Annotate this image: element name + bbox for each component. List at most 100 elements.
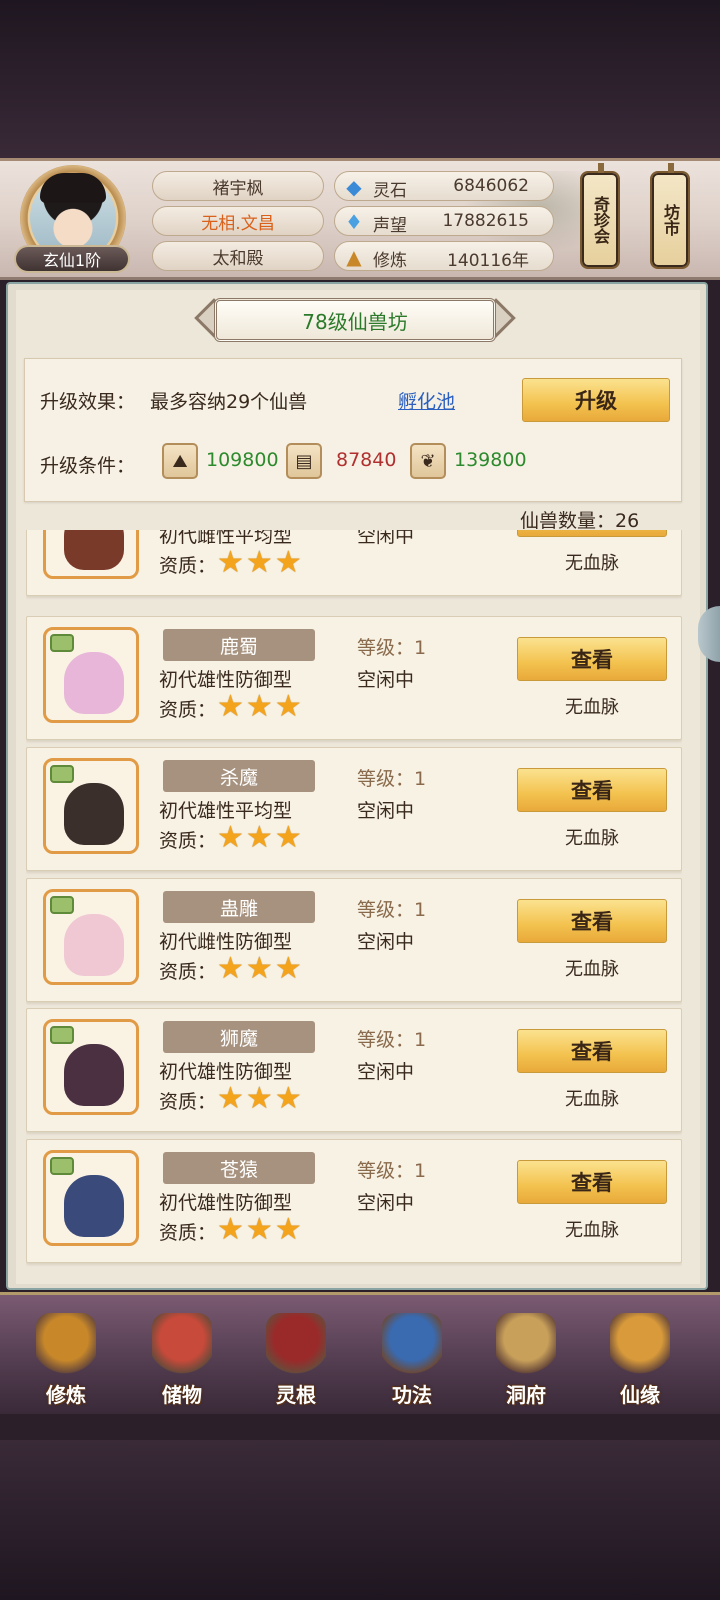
- beast-portrait[interactable]: [43, 889, 139, 985]
- resource-label: 修炼: [373, 251, 407, 271]
- view-button[interactable]: 查看: [517, 768, 667, 812]
- aptitude-stars: ★ ★ ★: [217, 1081, 302, 1116]
- aptitude-label: 资质：: [159, 699, 217, 721]
- beast-status: 空闲中: [357, 1061, 415, 1083]
- aptitude-label: 资质：: [159, 1222, 217, 1244]
- star-icon: ★: [217, 951, 244, 986]
- beast-name: 狮魔: [163, 1021, 315, 1053]
- view-button[interactable]: 查看: [517, 637, 667, 681]
- player-header: 玄仙1阶 褚宇枫 无相.文昌 太和殿 ◆ 灵石 6846062 ♦ 声望 178…: [0, 158, 720, 280]
- beast-name: 蛊雕: [163, 891, 315, 923]
- beast-portrait[interactable]: [43, 758, 139, 854]
- view-button[interactable]: 查看: [517, 899, 667, 943]
- nav-label: 修炼: [46, 1383, 86, 1407]
- aptitude-label: 资质：: [159, 555, 217, 577]
- beast-list[interactable]: 初代雌性平均型资质：★★★空闲中查看无血脉鹿蜀初代雄性防御型资质：★★★等级：1…: [26, 530, 682, 1280]
- lock-icon: [50, 634, 74, 652]
- top-background: [0, 0, 720, 160]
- star-icon: ★: [217, 1081, 244, 1116]
- beast-card[interactable]: 苍猿 初代雄性防御型 资质： ★ ★ ★ 等级：1 空闲中 查看 无血脉: [26, 1139, 682, 1263]
- meditation-icon: [36, 1313, 96, 1377]
- star-icon: ★: [274, 820, 302, 855]
- lock-icon: [50, 896, 74, 914]
- star-icon: ★: [274, 951, 302, 986]
- aptitude-stars: ★ ★ ★: [217, 545, 302, 580]
- beast-image: [64, 652, 124, 714]
- beast-level: 等级：1: [357, 768, 427, 790]
- beast-portrait[interactable]: [43, 1019, 139, 1115]
- beast-image: [64, 1044, 124, 1106]
- book-icon: [382, 1313, 442, 1377]
- nav-item-meditation[interactable]: 修炼: [16, 1305, 116, 1413]
- material-wood-value: 87840: [336, 449, 397, 471]
- nav-item-bag[interactable]: 储物: [132, 1305, 232, 1413]
- nav-item-cave-house[interactable]: 洞府: [476, 1305, 576, 1413]
- view-button[interactable]: 查看: [517, 1160, 667, 1204]
- beast-card[interactable]: 杀魔 初代雄性平均型 资质： ★ ★ ★ 等级：1 空闲中 查看 无血脉: [26, 747, 682, 871]
- nav-label: 储物: [162, 1383, 202, 1407]
- star-icon: ★: [274, 1212, 302, 1247]
- beast-count-label: 仙兽数量：: [520, 510, 616, 532]
- view-button[interactable]: 查看: [517, 1029, 667, 1073]
- herb-icon[interactable]: ❦: [410, 443, 446, 479]
- cultivation-resource: ▲ 修炼 140116年: [334, 241, 554, 271]
- workshop-title: 78级仙兽坊: [214, 298, 496, 342]
- upgrade-effect-label: 升级效果：: [40, 391, 136, 413]
- spirit-root-icon: [266, 1313, 326, 1377]
- star-icon: ★: [217, 1212, 244, 1247]
- beast-card[interactable]: 蛊雕 初代雌性防御型 资质： ★ ★ ★ 等级：1 空闲中 查看 无血脉: [26, 878, 682, 1002]
- bloodline-text: 无血脉: [565, 1089, 619, 1110]
- material-herb-value: 139800: [454, 449, 527, 471]
- bloodline-text: 无血脉: [565, 553, 619, 574]
- beast-count: 仙兽数量：26: [520, 506, 639, 533]
- nav-item-gourd[interactable]: 仙缘: [590, 1305, 690, 1413]
- resource-value: 140116年: [447, 251, 529, 271]
- view-button[interactable]: 查看: [517, 530, 667, 537]
- beast-type: 初代雄性平均型: [159, 800, 293, 822]
- star-icon: ★: [245, 545, 273, 580]
- beast-level: 等级：1: [357, 899, 427, 921]
- beast-status: 空闲中: [357, 530, 415, 547]
- hatch-pool-link[interactable]: 孵化池: [398, 387, 455, 414]
- player-location: 太和殿: [152, 241, 324, 271]
- nav-item-spirit-root[interactable]: 灵根: [246, 1305, 346, 1413]
- lock-icon: [50, 1026, 74, 1044]
- lock-icon: [50, 765, 74, 783]
- wood-icon[interactable]: ▤: [286, 443, 322, 479]
- nav-label: 功法: [392, 1383, 432, 1407]
- resource-label: 灵石: [373, 181, 407, 201]
- player-name: 褚宇枫: [152, 171, 324, 201]
- bottom-nav: 修炼 储物 灵根 功法 洞府 仙缘: [0, 1292, 720, 1414]
- aptitude-stars: ★ ★ ★: [217, 692, 302, 722]
- beast-image: [64, 1175, 124, 1237]
- upgrade-button[interactable]: 升级: [522, 378, 670, 422]
- bloodline-text: 无血脉: [565, 697, 619, 718]
- beast-status: 空闲中: [357, 800, 415, 822]
- beast-portrait[interactable]: [43, 530, 139, 579]
- prestige-icon: ♦: [345, 210, 363, 234]
- beast-card[interactable]: 狮魔 初代雄性防御型 资质： ★ ★ ★ 等级：1 空闲中 查看 无血脉: [26, 1008, 682, 1132]
- ore-icon[interactable]: ⛰: [162, 443, 198, 479]
- beast-card[interactable]: 初代雌性平均型资质：★★★空闲中查看无血脉: [26, 530, 682, 596]
- beast-status: 空闲中: [357, 669, 415, 691]
- beast-level: 等级：1: [357, 1029, 427, 1051]
- aptitude-stars: ★ ★ ★: [217, 820, 302, 855]
- market-button[interactable]: 坊市: [650, 163, 690, 269]
- beast-portrait[interactable]: [43, 1150, 139, 1246]
- player-title[interactable]: 无相.文昌: [152, 206, 324, 236]
- rare-treasure-button[interactable]: 奇珍会: [580, 163, 620, 269]
- spirit-stone-icon: ◆: [346, 175, 362, 199]
- bag-icon: [152, 1313, 212, 1377]
- cave-house-icon: [496, 1313, 556, 1377]
- nav-label: 仙缘: [620, 1383, 660, 1407]
- beast-card[interactable]: 鹿蜀 初代雄性防御型 资质： ★ ★ ★ 等级：1 空闲中 查看 无血脉: [26, 616, 682, 740]
- star-icon: ★: [217, 820, 244, 855]
- beast-type: 初代雄性防御型: [159, 1192, 293, 1214]
- beast-status: 空闲中: [357, 1192, 415, 1214]
- beast-count-value: 26: [615, 510, 640, 532]
- nav-item-book[interactable]: 功法: [362, 1305, 462, 1413]
- beast-image: [64, 530, 124, 570]
- beast-portrait[interactable]: [43, 627, 139, 723]
- cultivation-icon: ▲: [346, 245, 362, 269]
- aptitude-stars: ★ ★ ★: [217, 1212, 302, 1247]
